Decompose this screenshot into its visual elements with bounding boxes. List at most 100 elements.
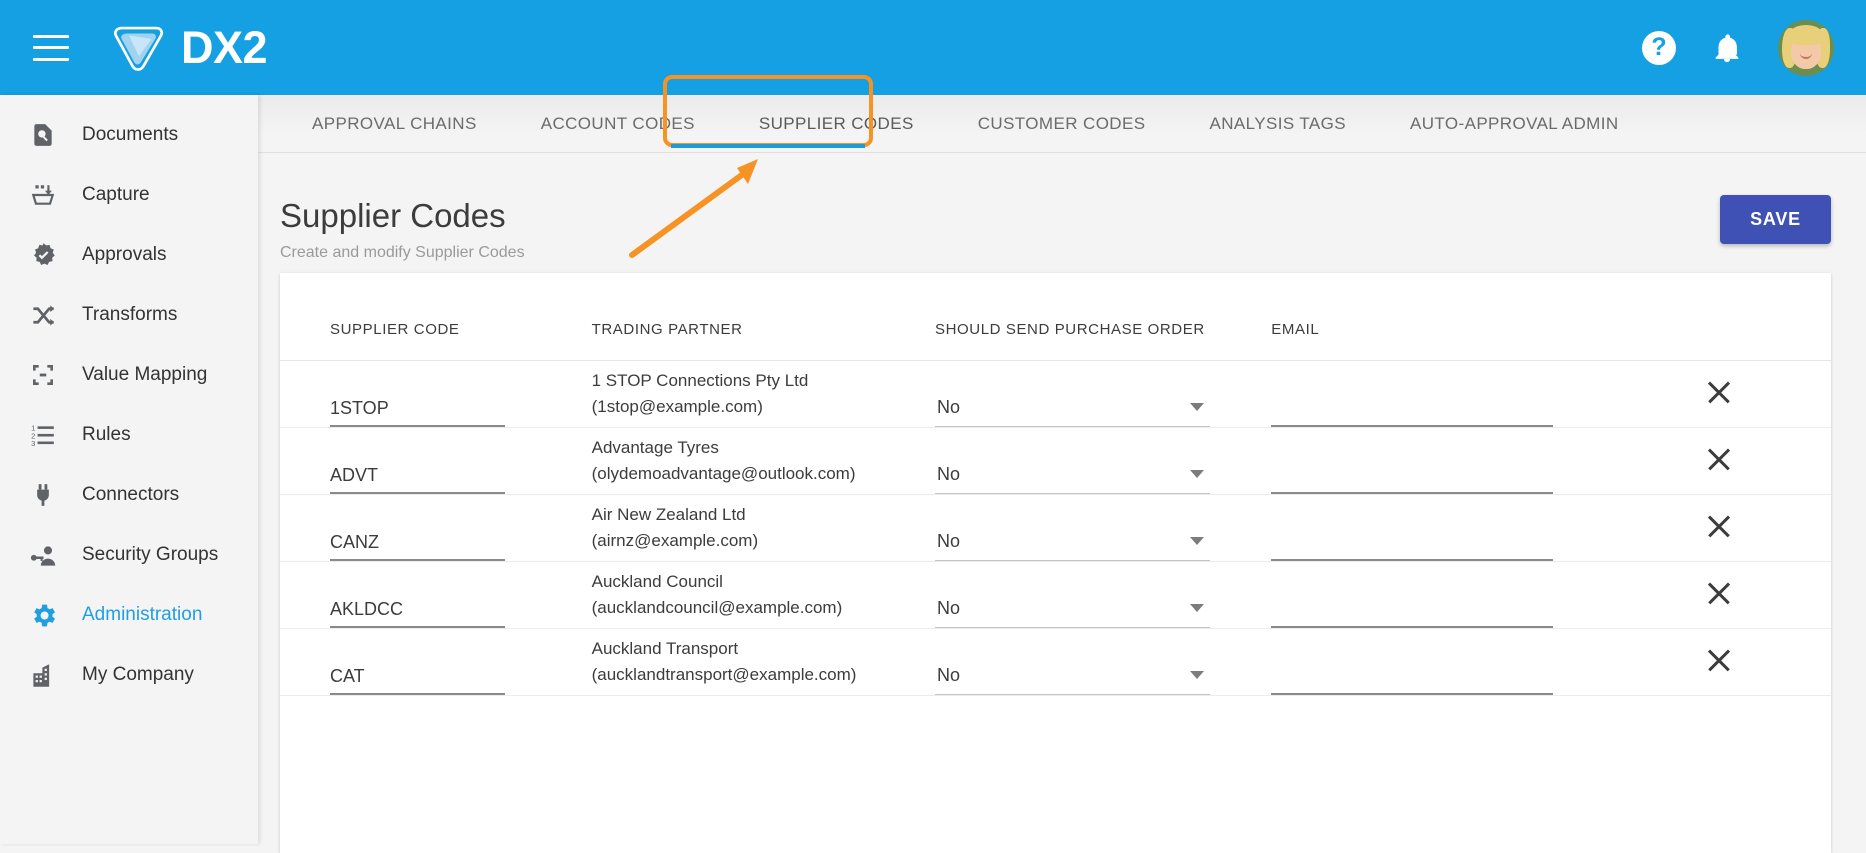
tab-bar: APPROVAL CHAINS ACCOUNT CODES SUPPLIER C… xyxy=(258,75,1866,153)
supplier-codes-card: SUPPLIER CODE TRADING PARTNER SHOULD SEN… xyxy=(280,273,1831,853)
sidebar-item-transforms[interactable]: Transforms xyxy=(0,285,258,345)
cell-trading-partner: Air New Zealand Ltd (airnz@example.com) xyxy=(591,494,935,562)
sidebar-item-security-groups[interactable]: Security Groups xyxy=(0,525,258,585)
sidebar-item-rules[interactable]: 1 2 3 Rules xyxy=(0,405,258,465)
sidebar: Documents Capture Approvals Transforms V… xyxy=(0,95,258,844)
cell-should-send-po: No xyxy=(934,628,1272,696)
save-button[interactable]: SAVE xyxy=(1720,195,1831,244)
chevron-down-icon xyxy=(1189,469,1204,478)
header-should-send-po: SHOULD SEND PURCHASE ORDER xyxy=(934,273,1272,361)
value-mapping-icon xyxy=(26,358,60,392)
svg-text:3: 3 xyxy=(31,439,35,448)
cell-delete xyxy=(1607,561,1831,629)
close-icon[interactable] xyxy=(1701,374,1737,410)
trading-partner-name: Advantage Tyres xyxy=(591,437,719,457)
email-input[interactable] xyxy=(1271,598,1554,628)
tab-customer-codes[interactable]: CUSTOMER CODES xyxy=(946,95,1178,153)
sidebar-item-documents[interactable]: Documents xyxy=(0,105,258,165)
cell-email xyxy=(1271,561,1608,629)
sidebar-label: Rules xyxy=(82,424,131,445)
cell-should-send-po: No xyxy=(934,494,1272,562)
po-value: No xyxy=(936,665,960,685)
notifications-bell-icon[interactable] xyxy=(1710,31,1744,65)
email-input[interactable] xyxy=(1271,531,1554,561)
page-header: Supplier Codes Create and modify Supplie… xyxy=(258,153,1866,271)
should-send-po-select[interactable]: No xyxy=(934,598,1210,628)
dx2-logo-icon xyxy=(113,26,164,71)
po-value: No xyxy=(936,531,960,551)
should-send-po-select[interactable]: No xyxy=(934,531,1210,561)
building-icon xyxy=(26,658,60,692)
supplier-codes-table: SUPPLIER CODE TRADING PARTNER SHOULD SEN… xyxy=(280,273,1831,696)
connector-plug-icon xyxy=(26,478,60,512)
sidebar-label: My Company xyxy=(82,664,194,685)
table-row: 1STOP 1 STOP Connections Pty Ltd (1stop@… xyxy=(280,360,1831,428)
brand: DX2 xyxy=(109,19,268,77)
sidebar-item-capture[interactable]: Capture xyxy=(0,165,258,225)
supplier-code-input[interactable]: 1STOP xyxy=(330,398,505,427)
supplier-code-input[interactable]: AKLDCC xyxy=(330,599,505,628)
help-icon[interactable]: ? xyxy=(1642,30,1676,65)
table-row: CAT Auckland Transport (aucklandtranspor… xyxy=(280,628,1831,696)
app-header: DX2 ? xyxy=(0,0,1866,95)
tab-analysis-tags[interactable]: ANALYSIS TAGS xyxy=(1177,95,1378,153)
should-send-po-select[interactable]: No xyxy=(934,665,1210,695)
header-supplier-code: SUPPLIER CODE xyxy=(280,273,592,361)
cell-email xyxy=(1271,360,1608,428)
header-trading-partner: TRADING PARTNER xyxy=(591,273,935,361)
header-email: EMAIL xyxy=(1271,273,1608,361)
cell-email xyxy=(1271,494,1608,562)
email-input[interactable] xyxy=(1271,397,1554,427)
email-input[interactable] xyxy=(1271,464,1554,494)
cell-email xyxy=(1271,628,1608,696)
sidebar-item-administration[interactable]: Administration xyxy=(0,585,258,645)
tab-auto-approval-admin[interactable]: AUTO-APPROVAL ADMIN xyxy=(1378,95,1651,153)
supplier-code-input[interactable]: CAT xyxy=(330,666,505,695)
supplier-code-input[interactable]: ADVT xyxy=(330,465,505,494)
should-send-po-select[interactable]: No xyxy=(934,397,1210,427)
table-row: AKLDCC Auckland Council (aucklandcouncil… xyxy=(280,561,1831,629)
sidebar-item-value-mapping[interactable]: Value Mapping xyxy=(0,345,258,405)
trading-partner-email: (aucklandtransport@example.com) xyxy=(591,665,857,684)
cell-supplier-code: ADVT xyxy=(280,427,592,495)
should-send-po-select[interactable]: No xyxy=(934,464,1210,494)
tab-approval-chains[interactable]: APPROVAL CHAINS xyxy=(280,95,509,153)
sidebar-label: Administration xyxy=(82,604,203,625)
table-row: CANZ Air New Zealand Ltd (airnz@example.… xyxy=(280,494,1831,562)
sidebar-item-my-company[interactable]: My Company xyxy=(0,645,258,705)
header-actions: ? xyxy=(1642,19,1834,76)
trading-partner-email: (1stop@example.com) xyxy=(591,397,763,416)
cell-trading-partner: Auckland Council (aucklandcouncil@exampl… xyxy=(591,561,935,629)
tab-account-codes[interactable]: ACCOUNT CODES xyxy=(509,95,727,153)
cell-should-send-po: No xyxy=(934,427,1272,495)
chevron-down-icon xyxy=(1189,603,1204,612)
close-icon[interactable] xyxy=(1701,508,1737,544)
email-input[interactable] xyxy=(1271,665,1554,695)
cell-should-send-po: No xyxy=(934,360,1272,428)
hamburger-menu-icon[interactable] xyxy=(33,34,69,61)
table-header-row: SUPPLIER CODE TRADING PARTNER SHOULD SEN… xyxy=(280,273,1831,361)
cell-supplier-code: AKLDCC xyxy=(280,561,592,629)
rules-list-icon: 1 2 3 xyxy=(26,418,60,452)
po-value: No xyxy=(936,598,960,618)
main-content: APPROVAL CHAINS ACCOUNT CODES SUPPLIER C… xyxy=(258,75,1866,853)
sidebar-label: Connectors xyxy=(82,484,180,505)
supplier-code-input[interactable]: CANZ xyxy=(330,532,505,561)
close-icon[interactable] xyxy=(1701,441,1737,477)
close-icon[interactable] xyxy=(1701,642,1737,678)
cell-delete xyxy=(1607,494,1831,562)
document-search-icon xyxy=(26,118,60,152)
trading-partner-email: (aucklandcouncil@example.com) xyxy=(591,598,843,617)
close-icon[interactable] xyxy=(1701,575,1737,611)
tab-supplier-codes[interactable]: SUPPLIER CODES xyxy=(727,95,946,153)
user-avatar[interactable] xyxy=(1778,19,1834,76)
approvals-badge-icon xyxy=(26,238,60,272)
sidebar-label: Value Mapping xyxy=(82,364,208,385)
security-groups-icon xyxy=(26,538,60,572)
cell-supplier-code: CANZ xyxy=(280,494,592,562)
trading-partner-name: Air New Zealand Ltd xyxy=(591,504,746,524)
sidebar-label: Approvals xyxy=(82,244,167,265)
sidebar-item-approvals[interactable]: Approvals xyxy=(0,225,258,285)
sidebar-item-connectors[interactable]: Connectors xyxy=(0,465,258,525)
cell-trading-partner: 1 STOP Connections Pty Ltd (1stop@exampl… xyxy=(591,360,935,428)
